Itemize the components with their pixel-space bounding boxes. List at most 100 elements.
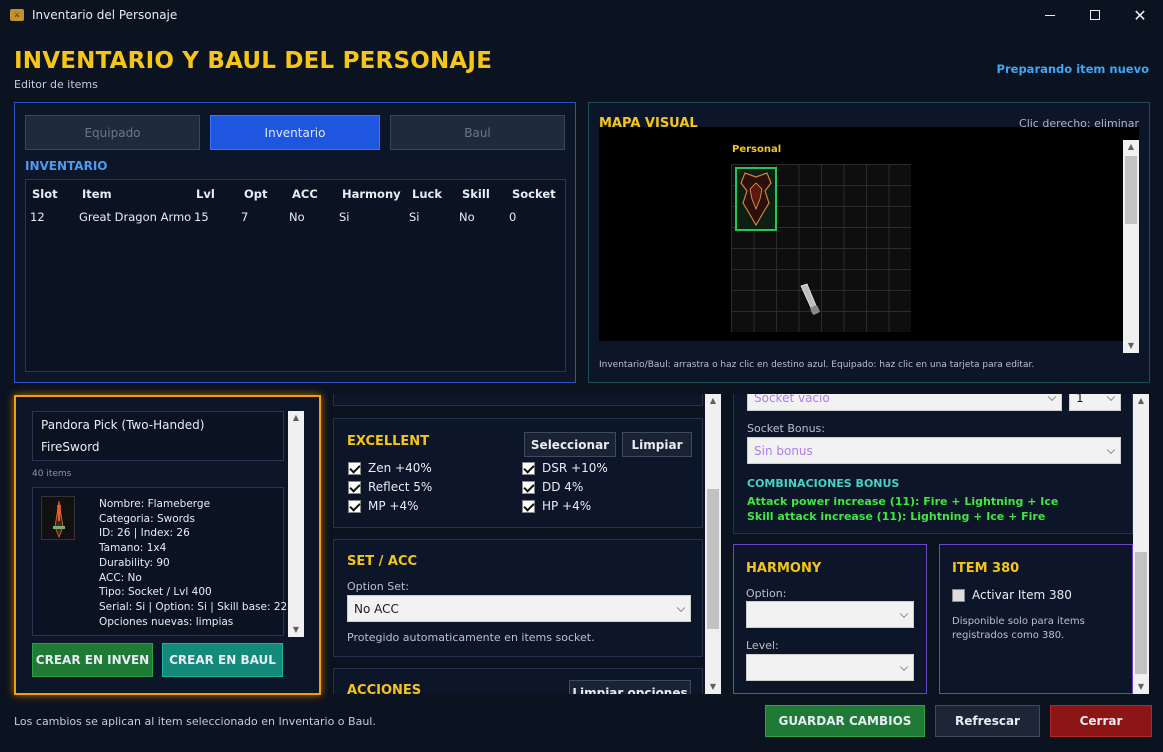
detail-line: Tipo: Socket / Lvl 400 [99, 586, 212, 599]
inventory-grid[interactable] [731, 164, 911, 332]
cell-acc[interactable]: No [289, 210, 305, 224]
option-set-select[interactable]: No ACC [347, 595, 691, 622]
socket-scrollbar[interactable]: ▲ ▼ [1133, 394, 1149, 694]
option-set-value: No ACC [354, 601, 399, 616]
scroll-up-icon[interactable]: ▲ [288, 411, 304, 425]
socket-bonus-label: Socket Bonus: [747, 422, 825, 435]
harmony-option-select[interactable] [746, 601, 914, 628]
acciones-card: ACCIONES Limpiar opciones [333, 668, 703, 694]
map-canvas[interactable]: Personal [599, 127, 1139, 341]
inventory-title: INVENTARIO [25, 159, 108, 173]
map-scroll-thumb[interactable] [1125, 156, 1137, 224]
scroll-up-icon[interactable]: ▲ [705, 394, 721, 408]
socket-count-value: 1 [1076, 394, 1084, 405]
option-set-label: Option Set: [347, 580, 409, 593]
chevron-down-icon [676, 603, 686, 612]
scroll-down-icon[interactable]: ▼ [1133, 680, 1149, 694]
item380-checkbox[interactable]: Activar Item 380 [952, 588, 1072, 602]
chevron-down-icon [899, 662, 909, 671]
item-count: 40 items [32, 469, 72, 479]
tab-inventario[interactable]: Inventario [210, 115, 380, 150]
opt-label: Reflect 5% [368, 480, 433, 494]
checkbox-checked-icon [348, 480, 361, 494]
cell-socket[interactable]: 0 [509, 210, 516, 224]
close-window-button[interactable]: ✕ [1117, 0, 1163, 30]
minimize-button[interactable] [1027, 0, 1073, 30]
item380-note: Disponible solo para items registrados c… [952, 616, 1085, 641]
maximize-button[interactable] [1072, 0, 1118, 30]
set-acc-title: SET / ACC [347, 554, 418, 569]
opt-dsr-checkbox[interactable]: DSR +10% [522, 461, 608, 475]
minimize-icon [1045, 14, 1055, 16]
col-item: Item [82, 187, 112, 201]
options-scrollbar[interactable]: ▲ ▼ [705, 394, 721, 694]
chevron-down-icon [1047, 394, 1057, 402]
opt-reflect-checkbox[interactable]: Reflect 5% [348, 480, 432, 494]
scroll-up-icon[interactable]: ▲ [1133, 394, 1149, 408]
combo-line: Skill attack increase (11): Lightning + … [747, 510, 1046, 523]
opt-label: DSR +10% [542, 461, 608, 475]
map-panel: MAPA VISUAL Clic derecho: eliminar Perso… [588, 102, 1150, 383]
create-in-inventory-button[interactable]: CREAR EN INVEN [32, 643, 153, 677]
tab-equipado[interactable]: Equipado [25, 115, 200, 150]
map-scrollbar[interactable]: ▲ ▼ [1123, 140, 1139, 353]
inventory-table[interactable]: Slot Item Lvl Opt ACC Harmony Luck Skill… [25, 179, 566, 372]
item380-title: ITEM 380 [952, 561, 1020, 576]
scroll-up-icon[interactable]: ▲ [1123, 140, 1139, 154]
opt-hp-checkbox[interactable]: HP +4% [522, 499, 591, 513]
cell-skill[interactable]: No [459, 210, 475, 224]
creator-scrollbar[interactable]: ▲ ▼ [288, 411, 304, 637]
list-item[interactable]: Pandora Pick (Two-Handed) [41, 418, 204, 432]
checkbox-checked-icon [522, 480, 535, 494]
harmony-level-select[interactable] [746, 654, 914, 681]
detail-line: Categoria: Swords [99, 512, 195, 525]
pick-icon [800, 283, 820, 315]
cell-harmony[interactable]: Si [339, 210, 350, 224]
tab-baul[interactable]: Baul [390, 115, 565, 150]
cell-item[interactable]: Great Dragon Armor [79, 210, 191, 224]
refresh-button[interactable]: Refrescar [935, 705, 1040, 737]
opt-mp-checkbox[interactable]: MP +4% [348, 499, 419, 513]
harmony-card: HARMONY Option: Level: [733, 544, 927, 694]
scroll-down-icon[interactable]: ▼ [288, 623, 304, 637]
cell-luck[interactable]: Si [409, 210, 420, 224]
cell-slot[interactable]: 12 [30, 210, 45, 224]
clear-excellent-button[interactable]: Limpiar [622, 432, 692, 457]
detail-line: ID: 26 | Index: 26 [99, 527, 190, 540]
socket-column: Socket vacio 1 Socket Bonus: Sin bonus C… [733, 394, 1133, 694]
window-title: Inventario del Personaje [32, 8, 178, 22]
options-column: EXCELLENT Seleccionar Limpiar Zen +40% D… [333, 394, 703, 694]
cell-opt[interactable]: 7 [241, 210, 248, 224]
item-list[interactable]: Pandora Pick (Two-Handed) FireSword [32, 411, 284, 461]
clear-options-button[interactable]: Limpiar opciones [569, 680, 691, 694]
checkbox-unchecked-icon [952, 588, 965, 602]
save-changes-button[interactable]: GUARDAR CAMBIOS [765, 705, 925, 737]
close-button[interactable]: Cerrar [1050, 705, 1152, 737]
item380-check-label: Activar Item 380 [972, 588, 1072, 602]
socket-scroll-thumb[interactable] [1135, 552, 1147, 674]
acciones-title: ACCIONES [347, 683, 422, 694]
set-acc-note: Protegido automaticamente en items socke… [347, 631, 595, 644]
opt-label: Zen +40% [368, 461, 432, 475]
map-footer: Inventario/Baul: arrastra o haz clic en … [599, 360, 1035, 370]
create-in-baul-button[interactable]: CREAR EN BAUL [162, 643, 283, 677]
combo-line: Attack power increase (11): Fire + Light… [747, 495, 1059, 508]
set-acc-card: SET / ACC Option Set: No ACC Protegido a… [333, 539, 703, 657]
socket-count-select[interactable]: 1 [1069, 394, 1121, 411]
select-all-button[interactable]: Seleccionar [524, 432, 616, 457]
scroll-down-icon[interactable]: ▼ [705, 680, 721, 694]
options-scroll-thumb[interactable] [707, 489, 719, 629]
opt-dd-checkbox[interactable]: DD 4% [522, 480, 583, 494]
armor-item[interactable] [735, 167, 777, 231]
scroll-down-icon[interactable]: ▼ [1123, 339, 1139, 353]
socket-bonus-select[interactable]: Sin bonus [747, 437, 1121, 464]
creator-scroll-thumb[interactable] [290, 611, 302, 623]
weapon-item[interactable] [797, 282, 821, 316]
socket-slot-select[interactable]: Socket vacio [747, 394, 1062, 411]
checkbox-checked-icon [522, 461, 535, 475]
list-item[interactable]: FireSword [41, 440, 100, 454]
cell-lvl[interactable]: 15 [194, 210, 209, 224]
col-luck: Luck [412, 187, 442, 201]
col-skill: Skill [462, 187, 490, 201]
opt-zen-checkbox[interactable]: Zen +40% [348, 461, 432, 475]
